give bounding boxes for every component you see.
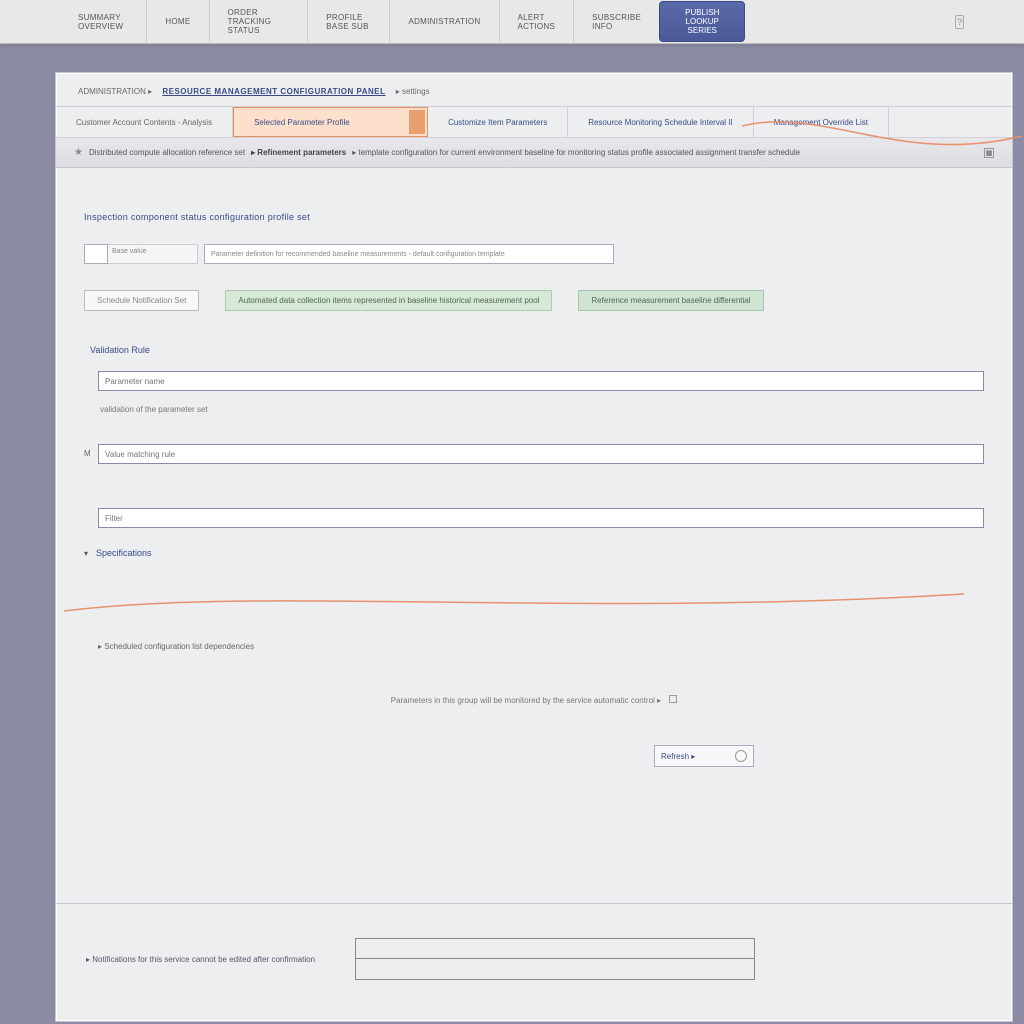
footer-table — [355, 938, 755, 980]
toolbar-text-prefix: Distributed compute allocation reference… — [89, 148, 245, 157]
decorative-curve2-icon — [64, 576, 964, 626]
nav-order-tracking[interactable]: ORDER TRACKING STATUS — [209, 0, 308, 43]
info-index-box[interactable] — [84, 244, 108, 264]
pill-automated-data[interactable]: Automated data collection items represen… — [225, 290, 552, 311]
toolbar-text-bold: ▸ Refinement parameters — [251, 148, 346, 157]
help-icon[interactable]: ? — [955, 15, 964, 29]
table-row[interactable] — [356, 939, 754, 959]
checkbox-icon[interactable] — [669, 695, 677, 703]
breadcrumb-prefix: ADMINISTRATION ▸ — [78, 87, 152, 96]
refresh-circle-icon — [735, 750, 747, 762]
nav-summary[interactable]: SUMMARY OVERVIEW — [60, 0, 146, 43]
field-filter — [84, 508, 984, 528]
field1-helper: validation of the parameter set — [100, 405, 984, 414]
centered-note: Parameters in this group will be monitor… — [84, 695, 984, 705]
chevron-down-icon: ▾ — [84, 549, 88, 558]
refresh-label: Refresh ▸ — [661, 752, 695, 761]
field-parameter-name — [84, 371, 984, 391]
field1-marker — [84, 371, 98, 376]
breadcrumb-suffix: ▸ settings — [396, 87, 430, 96]
footer: ▸ Notifications for this service cannot … — [56, 903, 1012, 1014]
field2-marker: M — [84, 444, 98, 458]
main-content: Inspection component status configuratio… — [56, 168, 1012, 787]
section-title: Inspection component status configuratio… — [84, 212, 984, 222]
dependencies-note: ▸ Scheduled configuration list dependenc… — [98, 642, 984, 651]
footer-label: ▸ Notifications for this service cannot … — [86, 955, 315, 964]
decorative-curve-icon — [742, 96, 1022, 176]
parameter-name-input[interactable] — [98, 371, 984, 391]
pill-schedule[interactable]: Schedule Notification Set — [84, 290, 199, 311]
toolbar-text-rest: ▸ template configuration for current env… — [352, 148, 800, 157]
nav-profile[interactable]: PROFILE BASE SUB — [307, 0, 389, 43]
favorite-star-icon[interactable]: ★ — [74, 147, 83, 158]
info-row: Base value Parameter definition for reco… — [84, 244, 984, 264]
value-match-input[interactable] — [98, 444, 984, 464]
toolbar: ★ Distributed compute allocation referen… — [56, 138, 1012, 168]
filter-input[interactable] — [98, 508, 984, 528]
info-description-box: Parameter definition for recommended bas… — [204, 244, 614, 264]
tab-strip-label: Customer Account Contents - Analysis — [56, 107, 233, 137]
nav-subscribe[interactable]: SUBSCRIBE INFO — [573, 0, 659, 43]
nav-home[interactable]: HOME — [146, 0, 208, 43]
table-row[interactable] — [356, 959, 754, 979]
centered-note-text: Parameters in this group will be monitor… — [391, 696, 661, 705]
info-label-box: Base value — [108, 244, 198, 264]
nav-alerts[interactable]: ALERT ACTIONS — [499, 0, 574, 43]
form-section-label: Validation Rule — [90, 345, 984, 355]
breadcrumb-link[interactable]: RESOURCE MANAGEMENT CONFIGURATION PANEL — [162, 87, 385, 96]
pill-reference-diff[interactable]: Reference measurement baseline different… — [578, 290, 763, 311]
page-container: ADMINISTRATION ▸ RESOURCE MANAGEMENT CON… — [55, 72, 1013, 1022]
tab-customize[interactable]: Customize Item Parameters — [428, 107, 568, 137]
specifications-toggle[interactable]: ▾ Specifications — [84, 548, 984, 558]
pill-row: Schedule Notification Set Automated data… — [84, 290, 984, 311]
field-value-match: M — [84, 444, 984, 464]
refresh-control[interactable]: Refresh ▸ — [654, 745, 754, 767]
top-navigation: SUMMARY OVERVIEW HOME ORDER TRACKING STA… — [0, 0, 1024, 44]
publish-button[interactable]: PUBLISH LOOKUP SERIES — [659, 1, 745, 42]
nav-administration[interactable]: ADMINISTRATION — [389, 0, 498, 43]
field3-marker — [84, 508, 98, 513]
tab-selected-parameter[interactable]: Selected Parameter Profile — [233, 107, 428, 137]
tab-monitoring-schedule[interactable]: Resource Monitoring Schedule Interval II — [568, 107, 754, 137]
specifications-label: Specifications — [96, 548, 152, 558]
